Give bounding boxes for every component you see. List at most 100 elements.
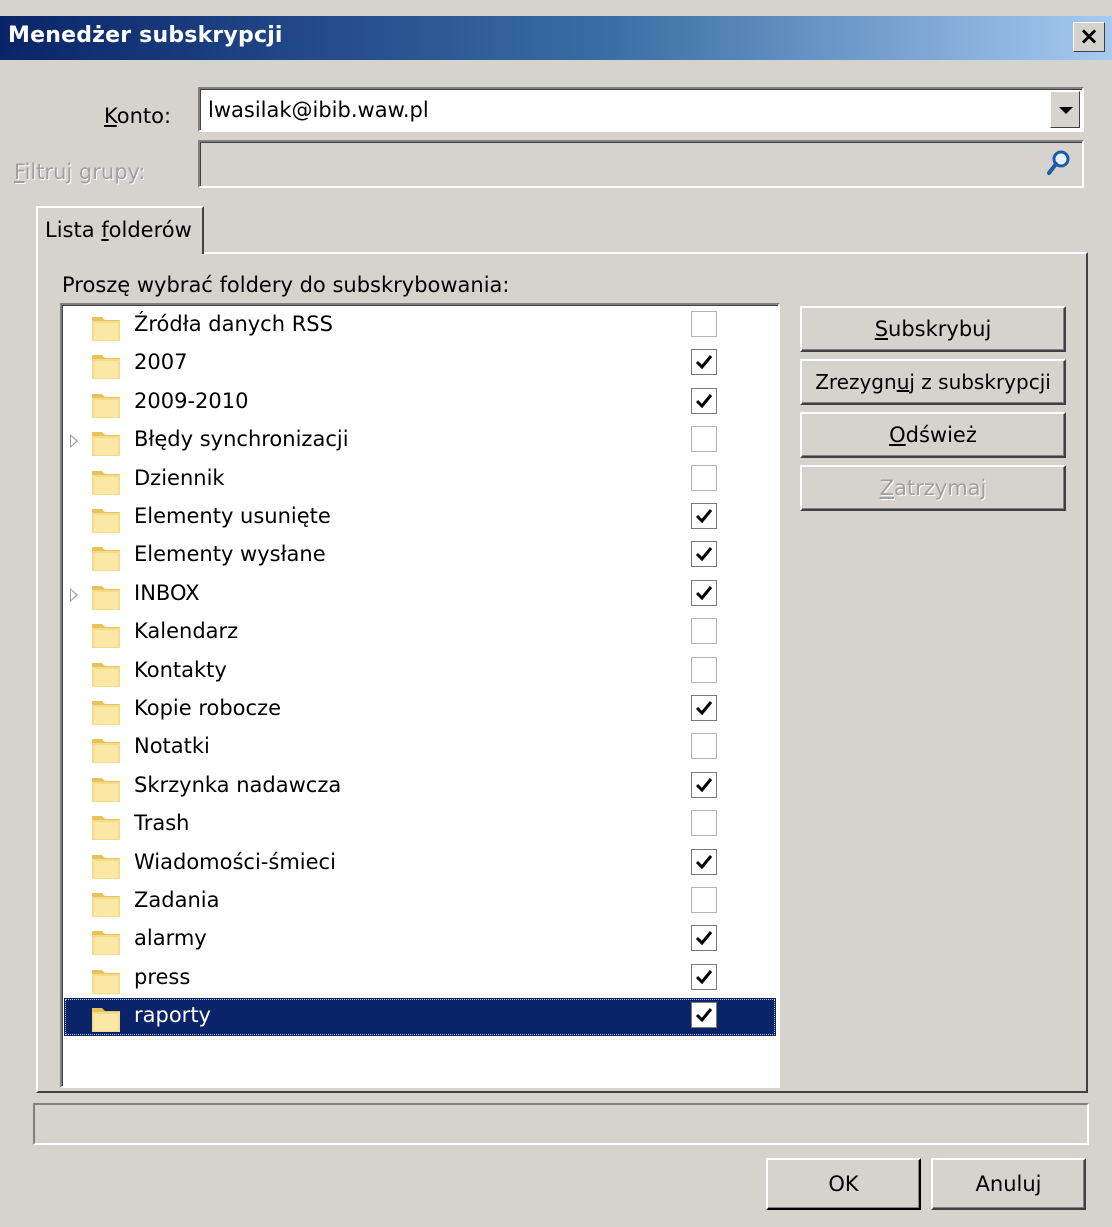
tab-label: Lista folderów [45,218,192,242]
subscribe-checkbox[interactable] [691,503,717,529]
folder-name: press [134,964,191,989]
folder-list[interactable]: Źródła danych RSS 2007 2009-2010 Błędy sync… [60,303,780,1088]
folder-name: Wiadomości-śmieci [134,849,336,874]
subscribe-checkbox[interactable] [691,848,717,875]
folder-name: Dziennik [134,465,225,490]
folder-icon [88,808,124,842]
filter-input[interactable] [198,140,1084,188]
unsubscribe-button[interactable]: Zrezygnuj z subskrypcji [800,359,1066,405]
search-icon[interactable] [1046,149,1072,177]
subscribe-checkbox[interactable] [691,771,717,798]
folder-row[interactable]: Trash [64,806,776,844]
subscribe-checkbox[interactable] [691,464,717,491]
folder-name: Elementy usunięte [134,504,331,528]
folder-name: Błędy synchronizacji [134,427,349,452]
dropdown-arrow-button[interactable] [1050,91,1080,128]
folder-row[interactable]: Elementy usunięte [64,499,776,537]
subscribe-checkbox[interactable] [691,349,717,376]
subscribe-checkbox[interactable] [691,1002,717,1029]
folder-name: Kontakty [134,657,227,682]
subscribe-checkbox[interactable] [691,810,717,837]
ok-button[interactable]: OK [766,1158,921,1210]
folder-row[interactable]: Notatki [64,729,776,767]
dialog-title: Menedżer subskrypcji [8,23,283,48]
folder-row[interactable]: Zadania [64,883,776,921]
folder-row[interactable]: Skrzynka nadawcza [64,768,776,806]
filter-label: Filtruj grupy: [14,160,146,184]
folder-name: Kalendarz [134,619,239,644]
folder-row[interactable]: Wiadomości-śmieci [64,845,776,883]
folder-row[interactable]: Błędy synchronizacji [64,422,776,460]
subscribe-checkbox[interactable] [691,656,717,683]
folder-icon [88,731,124,765]
folder-icon [88,501,124,535]
expand-arrow-icon[interactable] [70,434,78,449]
chevron-down-icon [1059,107,1073,114]
folder-name: Źródła danych RSS [134,312,333,336]
subscribe-checkbox[interactable] [691,963,717,990]
folder-icon [88,309,124,343]
folder-icon [88,424,124,458]
subscribe-checkbox[interactable] [691,426,717,453]
folder-icon [88,885,124,919]
folder-row[interactable]: Kontakty [64,653,776,691]
folder-icon [88,616,124,650]
subscribe-checkbox[interactable] [691,695,717,721]
folder-row[interactable]: Źródła danych RSS [64,307,776,345]
folder-name: Notatki [134,734,210,759]
folder-name: Zadania [134,888,220,912]
status-bar [33,1103,1089,1145]
folder-row[interactable]: Kopie robocze [64,691,776,729]
folder-icon [88,463,124,497]
folder-icon [88,770,124,804]
folder-icon [88,386,124,420]
folder-row[interactable]: Dziennik [64,461,776,499]
folder-icon [88,347,124,381]
folder-name: Skrzynka nadawcza [134,772,342,797]
refresh-button[interactable]: Odśwież [800,412,1066,458]
folder-name: INBOX [134,580,200,605]
subscribe-checkbox[interactable] [691,311,717,337]
subscribe-checkbox[interactable] [691,579,717,606]
account-label: Konto: [104,104,172,128]
subscribe-checkbox[interactable] [691,925,717,952]
folder-name: Trash [134,811,190,836]
folder-icon [88,847,124,881]
subscribe-button[interactable]: Subskrybuj [800,306,1066,352]
instruction-label: Proszę wybrać foldery do subskrybowania: [62,273,510,297]
folder-name: raporty [134,1003,211,1028]
stop-button: Zatrzymaj [800,465,1066,511]
tab-folder-list[interactable]: Lista folderów [36,206,204,254]
folder-row[interactable]: 2009-2010 [64,384,776,422]
folder-row[interactable]: INBOX [64,576,776,614]
account-dropdown[interactable]: lwasilak@ibib.waw.pl [198,87,1084,132]
subscribe-checkbox[interactable] [691,887,717,913]
folder-icon [88,655,124,689]
folder-name: alarmy [134,926,207,951]
cancel-button[interactable]: Anuluj [931,1158,1086,1210]
folder-name: 2007 [134,350,188,375]
folder-row[interactable]: Kalendarz [64,614,776,652]
subscribe-checkbox[interactable] [691,618,717,645]
subscribe-checkbox[interactable] [691,387,717,414]
subscribe-checkbox[interactable] [691,733,717,760]
folder-row[interactable]: alarmy [64,921,776,959]
close-button[interactable]: × [1073,22,1105,52]
close-icon: × [1078,22,1100,50]
folder-icon [88,1000,124,1034]
folder-row[interactable]: 2007 [64,345,776,383]
folder-icon [88,962,124,996]
folder-row[interactable]: press [64,960,776,998]
subscribe-checkbox[interactable] [691,541,717,568]
expand-arrow-icon[interactable] [70,587,78,602]
folder-row[interactable]: raporty [64,998,776,1037]
folder-icon [88,923,124,957]
folder-name: Elementy wysłane [134,542,326,567]
folder-icon [88,578,124,612]
account-value: lwasilak@ibib.waw.pl [208,98,429,122]
folder-icon [88,693,124,727]
folder-icon [88,539,124,573]
folder-name: Kopie robocze [134,696,282,720]
folder-name: 2009-2010 [134,388,249,413]
folder-row[interactable]: Elementy wysłane [64,537,776,575]
